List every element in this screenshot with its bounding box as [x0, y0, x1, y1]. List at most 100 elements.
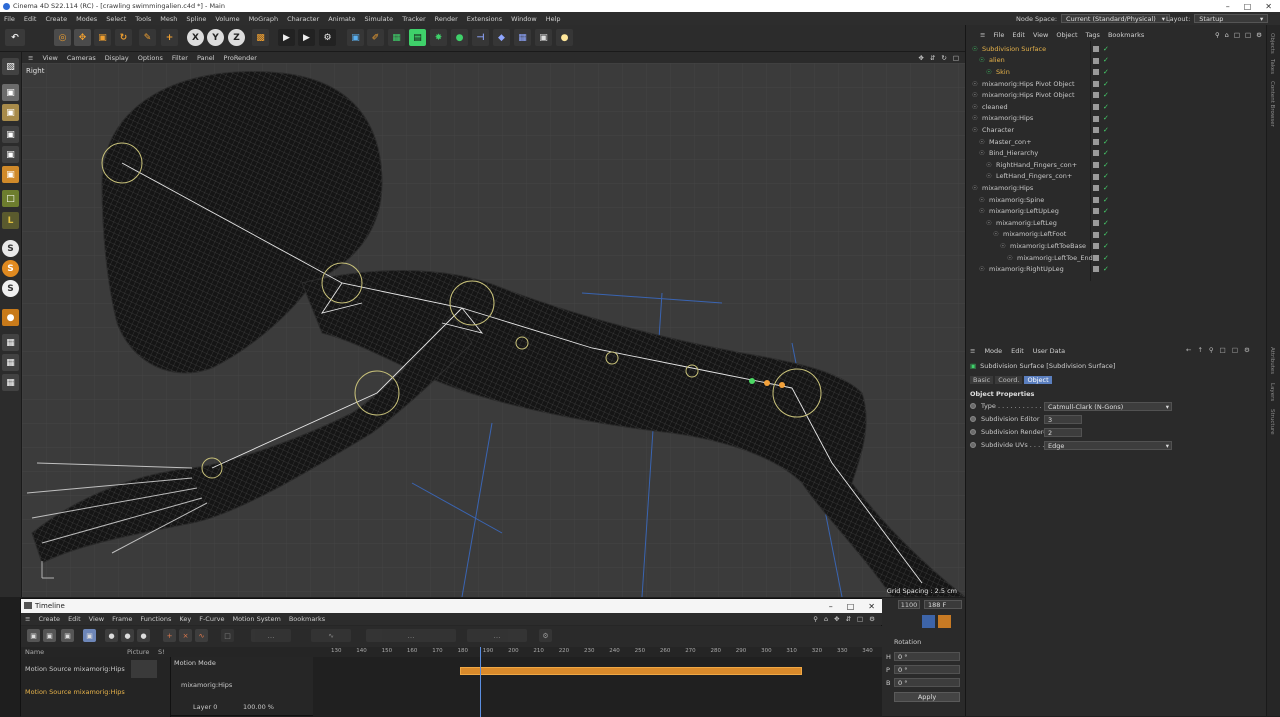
object-row[interactable]: ☉ mixamorig:LeftToeBase ✓: [966, 240, 1266, 252]
menu-simulate[interactable]: Simulate: [364, 15, 393, 23]
subdivision-renderer-input[interactable]: 2: [1044, 428, 1082, 437]
enabled-check-icon[interactable]: ✓: [1103, 103, 1109, 111]
side-tab-objects[interactable]: Objects: [1269, 33, 1275, 54]
tl-menu-frame[interactable]: Frame: [112, 615, 132, 623]
visibility-flag-icon[interactable]: [1093, 115, 1099, 122]
visibility-flag-icon[interactable]: [1093, 185, 1099, 192]
deformer-icon[interactable]: ✸: [430, 29, 447, 46]
home-icon[interactable]: ⌂: [1225, 31, 1229, 39]
close-icon[interactable]: ✕: [868, 602, 875, 611]
enabled-check-icon[interactable]: ✓: [1103, 126, 1109, 134]
move-view-icon[interactable]: ✥: [834, 615, 839, 623]
enabled-check-icon[interactable]: ✓: [1103, 68, 1109, 76]
menu-animate[interactable]: Animate: [328, 15, 355, 23]
keyframe-radio-icon[interactable]: [970, 416, 976, 422]
keyframe-selection-icon[interactable]: ●: [137, 629, 150, 642]
enabled-check-icon[interactable]: ✓: [1103, 265, 1109, 273]
y-axis-icon[interactable]: Y: [207, 29, 224, 46]
floor-icon[interactable]: ▦: [514, 29, 531, 46]
keyframe-radio-icon[interactable]: [970, 403, 976, 409]
keyframe-radio-icon[interactable]: [970, 429, 976, 435]
points-mode-icon[interactable]: ▣: [2, 126, 19, 143]
ripple-icon[interactable]: □: [221, 629, 234, 642]
move-icon[interactable]: ✥: [74, 29, 91, 46]
interpolation-icon[interactable]: ∿: [195, 629, 208, 642]
attribute-hamburger-icon[interactable]: ≡: [970, 347, 975, 355]
visibility-flag-icon[interactable]: [1093, 196, 1099, 203]
field-icon[interactable]: ⊣: [472, 29, 489, 46]
end-frame-field[interactable]: 1100: [898, 600, 920, 609]
snap-icon[interactable]: S: [2, 240, 19, 257]
world-coords-icon[interactable]: ▩: [252, 29, 269, 46]
enabled-check-icon[interactable]: ✓: [1103, 230, 1109, 238]
key-tools-icon[interactable]: …: [366, 629, 456, 642]
rotation-h-input[interactable]: 0 °: [894, 652, 960, 661]
menu-volume[interactable]: Volume: [215, 15, 239, 23]
tl-menu-fcurve[interactable]: F-Curve: [199, 615, 224, 623]
texture-mode-icon[interactable]: ▣: [2, 104, 19, 121]
workplane-icon[interactable]: ▦: [2, 334, 19, 351]
render-view-icon[interactable]: ▶: [278, 29, 295, 46]
enabled-check-icon[interactable]: ✓: [1103, 161, 1109, 169]
om-menu-bookmarks[interactable]: Bookmarks: [1108, 31, 1144, 39]
light-icon[interactable]: ●: [556, 29, 573, 46]
object-row[interactable]: ☉ Subdivision Surface ✓: [966, 43, 1266, 55]
side-tab-structure[interactable]: Structure: [1269, 409, 1275, 435]
zoom-view-icon[interactable]: ⇵: [930, 54, 935, 62]
object-row[interactable]: ☉ Bind_Hierarchy ✓: [966, 147, 1266, 159]
new-window-icon[interactable]: □: [1232, 346, 1238, 354]
motion-source-row-1[interactable]: Motion Source mixamorig:Hips: [25, 665, 125, 673]
motion-source-row-2[interactable]: Motion Source mixamorig:Hips: [25, 688, 125, 696]
object-row[interactable]: ☉ mixamorig:Hips ✓: [966, 113, 1266, 125]
x-axis-icon[interactable]: X: [187, 29, 204, 46]
enabled-check-icon[interactable]: ✓: [1103, 172, 1109, 180]
add-key-icon[interactable]: +: [163, 629, 176, 642]
visibility-flag-icon[interactable]: [1093, 127, 1099, 134]
visibility-flag-icon[interactable]: [1093, 69, 1099, 76]
enabled-check-icon[interactable]: ✓: [1103, 149, 1109, 157]
maximize-icon[interactable]: □: [847, 602, 855, 611]
3d-viewport[interactable]: Right Grid Spacing : 2.5 cm: [22, 63, 965, 597]
pen-icon[interactable]: ✐: [367, 29, 384, 46]
grid-icon[interactable]: ▦: [2, 374, 19, 391]
tab-object[interactable]: Object: [1024, 376, 1052, 384]
rotate-icon[interactable]: ↻: [115, 29, 132, 46]
minimize-icon[interactable]: –: [829, 602, 833, 611]
menu-file[interactable]: File: [4, 15, 15, 23]
enabled-check-icon[interactable]: ✓: [1103, 184, 1109, 192]
lock-workplane-icon[interactable]: ●: [2, 309, 19, 326]
search-icon[interactable]: ⚲: [813, 615, 818, 623]
edges-mode-icon[interactable]: ▣: [2, 146, 19, 163]
tl-menu-motion-system[interactable]: Motion System: [232, 615, 280, 623]
keyframe-radio-icon[interactable]: [970, 442, 976, 448]
visibility-flag-icon[interactable]: [1093, 231, 1099, 238]
om-menu-file[interactable]: File: [993, 31, 1004, 39]
apply-button[interactable]: Apply: [894, 692, 960, 702]
side-tab-layers[interactable]: Layers: [1269, 383, 1275, 401]
scale-icon[interactable]: ▣: [94, 29, 111, 46]
visibility-flag-icon[interactable]: [1093, 138, 1099, 145]
om-menu-tags[interactable]: Tags: [1086, 31, 1100, 39]
gear-icon[interactable]: ⚙: [539, 629, 552, 642]
tl-menu-functions[interactable]: Functions: [140, 615, 171, 623]
camera-icon[interactable]: ▣: [535, 29, 552, 46]
menu-mesh[interactable]: Mesh: [160, 15, 177, 23]
menu-extensions[interactable]: Extensions: [467, 15, 502, 23]
fcurve-mode-icon[interactable]: ▣: [43, 629, 56, 642]
render-picture-viewer-icon[interactable]: ▶: [298, 29, 315, 46]
tangent-icon[interactable]: ∿: [311, 629, 351, 642]
layer-mode-icon[interactable]: ▣: [83, 629, 96, 642]
attr-menu-user-data[interactable]: User Data: [1033, 347, 1065, 355]
current-frame-field[interactable]: 188 F: [924, 600, 962, 609]
maximize-icon[interactable]: □: [1244, 2, 1252, 11]
planar-workplane-icon[interactable]: ▦: [2, 354, 19, 371]
subdivision-icon[interactable]: ▦: [388, 29, 405, 46]
enabled-check-icon[interactable]: ✓: [1103, 242, 1109, 250]
visibility-flag-icon[interactable]: [1093, 266, 1099, 273]
viewport-menu-panel[interactable]: Panel: [197, 54, 215, 62]
menu-edit[interactable]: Edit: [24, 15, 37, 23]
timeline-track-area[interactable]: [313, 657, 883, 717]
key-reduction-icon[interactable]: …: [467, 629, 527, 642]
attr-menu-mode[interactable]: Mode: [984, 347, 1002, 355]
visibility-flag-icon[interactable]: [1093, 46, 1099, 52]
